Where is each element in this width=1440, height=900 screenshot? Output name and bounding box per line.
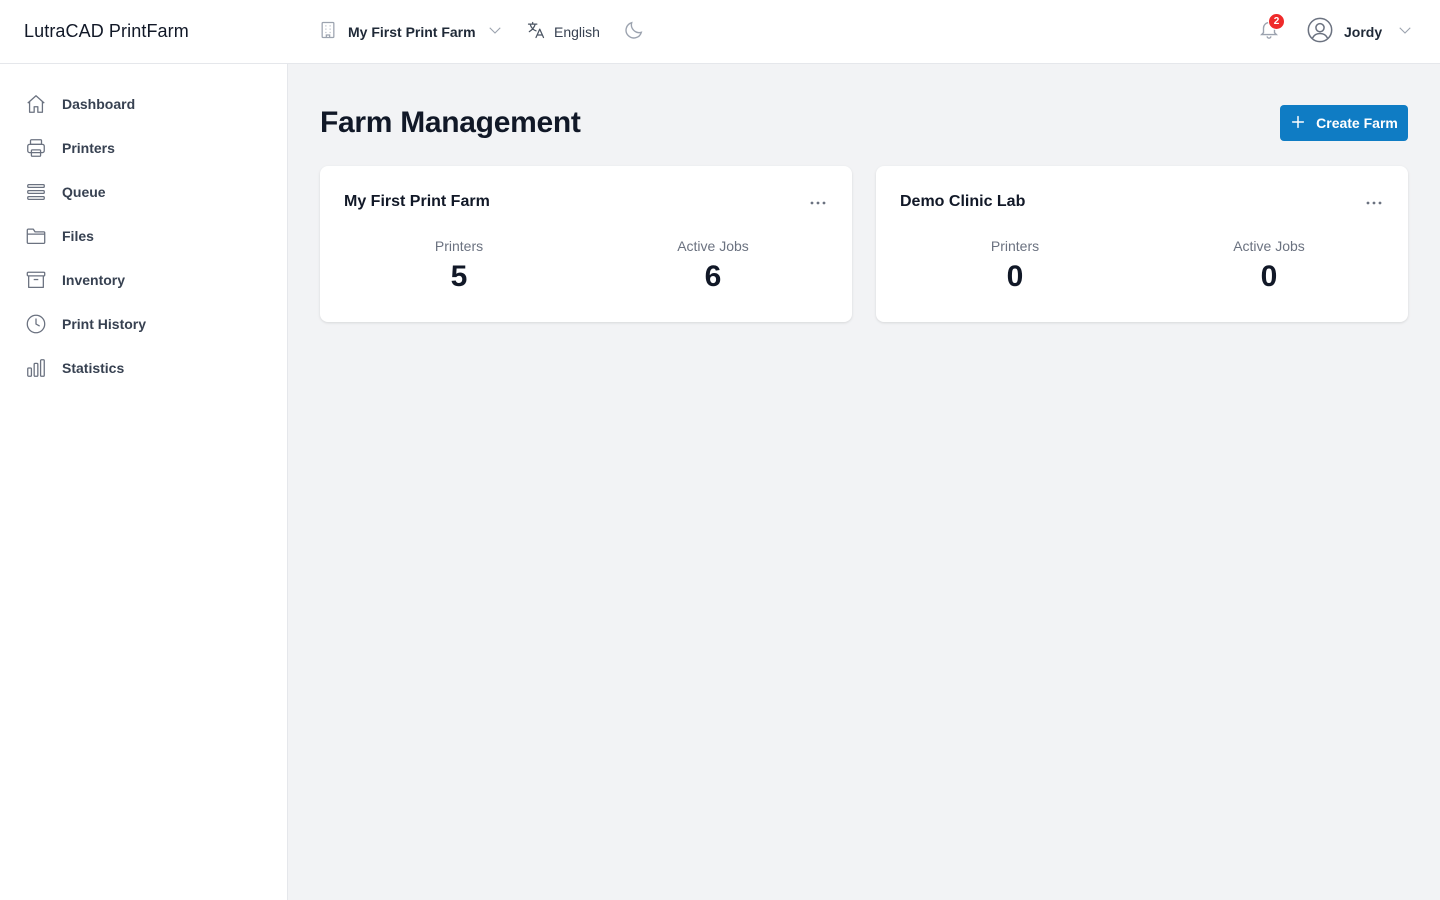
farm-name: Demo Clinic Lab [900, 193, 1026, 210]
sidebar-item-statistics[interactable]: Statistics [0, 346, 288, 390]
sidebar-item-label: Inventory [62, 272, 126, 288]
printers-label: Printers [434, 238, 484, 254]
home-icon [24, 92, 48, 116]
app-title: LutraCAD PrintFarm [24, 21, 189, 41]
active-jobs-stat: Active Jobs 0 [1179, 238, 1359, 294]
language-label: English [554, 24, 600, 40]
sidebar-item-label: Queue [62, 184, 106, 200]
active-jobs-label: Active Jobs [677, 238, 749, 254]
farm-name: My First Print Farm [344, 193, 490, 210]
farm-selector[interactable]: My First Print Farm [318, 18, 504, 46]
sidebar-item-label: Statistics [62, 360, 125, 376]
sidebar-item-inventory[interactable]: Inventory [0, 258, 288, 302]
sidebar-item-print-history[interactable]: Print History [0, 302, 288, 346]
user-name: Jordy [1344, 24, 1383, 40]
chevron-down-icon [1396, 21, 1414, 44]
main-content: Farm Management Create Farm My First Pri… [288, 64, 1440, 900]
sidebar-item-dashboard[interactable]: Dashboard [0, 82, 288, 126]
building-icon [318, 20, 338, 45]
ellipsis-icon [809, 193, 827, 211]
notification-badge: 2 [1268, 13, 1285, 30]
sidebar-nav: Dashboard Printers Queue Files Inventory [0, 82, 288, 390]
sidebar-item-label: Files [62, 228, 94, 244]
more-options-button[interactable] [1362, 192, 1386, 212]
plus-icon [1290, 114, 1306, 133]
farm-selector-label: My First Print Farm [348, 24, 476, 40]
dark-mode-toggle[interactable] [620, 18, 648, 46]
printer-icon [24, 136, 48, 160]
sidebar-item-printers[interactable]: Printers [0, 126, 288, 170]
more-options-button[interactable] [806, 192, 830, 212]
create-farm-button[interactable]: Create Farm [1280, 105, 1408, 141]
ellipsis-icon [1365, 193, 1383, 211]
sidebar-item-label: Printers [62, 140, 115, 156]
page-title: Farm Management [320, 106, 581, 139]
clock-icon [24, 312, 48, 336]
active-jobs-label: Active Jobs [1233, 238, 1305, 254]
create-farm-label: Create Farm [1316, 115, 1398, 131]
active-jobs-count: 6 [704, 260, 722, 293]
queue-icon [24, 180, 48, 204]
printers-stat: Printers 5 [369, 238, 549, 294]
printers-label: Printers [990, 238, 1040, 254]
printers-count: 0 [1006, 260, 1024, 293]
archive-icon [24, 268, 48, 292]
sidebar-item-files[interactable]: Files [0, 214, 288, 258]
translate-icon [526, 20, 546, 45]
user-menu[interactable]: Jordy [1306, 17, 1414, 47]
farm-card[interactable]: My First Print Farm Printers 5 Active Jo… [320, 166, 852, 322]
top-header: LutraCAD PrintFarm My First Print Farm E… [0, 0, 1440, 64]
user-avatar-icon [1306, 16, 1334, 49]
active-jobs-stat: Active Jobs 6 [623, 238, 803, 294]
sidebar-item-label: Dashboard [62, 96, 136, 112]
bar-chart-icon [24, 356, 48, 380]
folder-icon [24, 224, 48, 248]
language-selector[interactable]: English [526, 18, 600, 46]
moon-icon [623, 19, 645, 46]
chevron-down-icon [486, 21, 504, 44]
active-jobs-count: 0 [1260, 260, 1278, 293]
sidebar-item-label: Print History [62, 316, 147, 332]
printers-count: 5 [450, 260, 468, 293]
farm-card[interactable]: Demo Clinic Lab Printers 0 Active Jobs 0 [876, 166, 1408, 322]
sidebar: Dashboard Printers Queue Files Inventory [0, 64, 288, 900]
printers-stat: Printers 0 [925, 238, 1105, 294]
sidebar-item-queue[interactable]: Queue [0, 170, 288, 214]
